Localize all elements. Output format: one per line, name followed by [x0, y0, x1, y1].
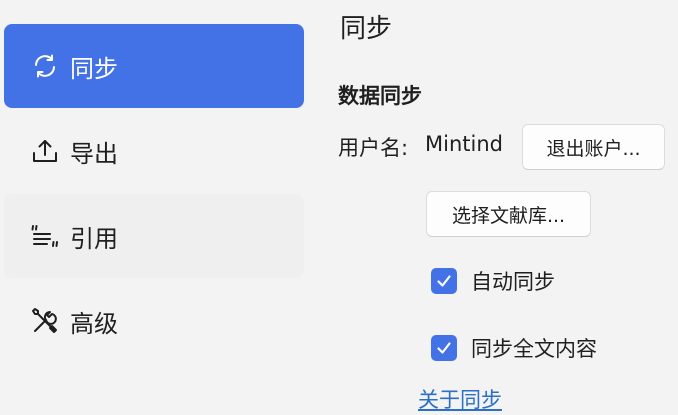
sync-full-text-checkbox[interactable]: 同步全文内容 [431, 333, 597, 363]
tools-icon [30, 306, 60, 336]
username-label: 用户名: [338, 136, 409, 160]
sync-full-text-label: 同步全文内容 [471, 337, 597, 361]
about-sync-link[interactable]: 关于同步 [418, 384, 502, 414]
checkbox-checked-icon[interactable] [431, 335, 457, 361]
sync-icon [30, 51, 60, 81]
logout-button[interactable]: 退出账户... [522, 124, 665, 170]
page-title: 同步 [340, 14, 393, 44]
auto-sync-checkbox[interactable]: 自动同步 [431, 266, 555, 296]
cite-icon [30, 221, 60, 251]
checkbox-checked-icon[interactable] [431, 268, 457, 294]
sidebar-item-label: 导出 [70, 139, 118, 168]
section-title: 数据同步 [338, 84, 422, 108]
upload-icon [30, 136, 60, 166]
sync-settings-panel: 同步 数据同步 用户名: Mintind 退出账户... 选择文献库... 自动… [338, 0, 678, 415]
choose-library-button[interactable]: 选择文献库... [426, 191, 591, 237]
sidebar-item-label: 引用 [70, 224, 118, 253]
sidebar-item-label: 高级 [70, 309, 118, 338]
auto-sync-label: 自动同步 [471, 270, 555, 294]
sidebar-item-export[interactable]: 导出 [4, 109, 304, 193]
sidebar-item-label: 同步 [70, 54, 118, 83]
sidebar-item-advanced[interactable]: 高级 [4, 279, 304, 363]
sidebar-item-sync[interactable]: 同步 [4, 24, 304, 108]
username-value: Mintind [425, 132, 503, 156]
sidebar-item-cite[interactable]: 引用 [4, 194, 304, 278]
sidebar: 同步 导出 引用 高级 [0, 0, 320, 415]
